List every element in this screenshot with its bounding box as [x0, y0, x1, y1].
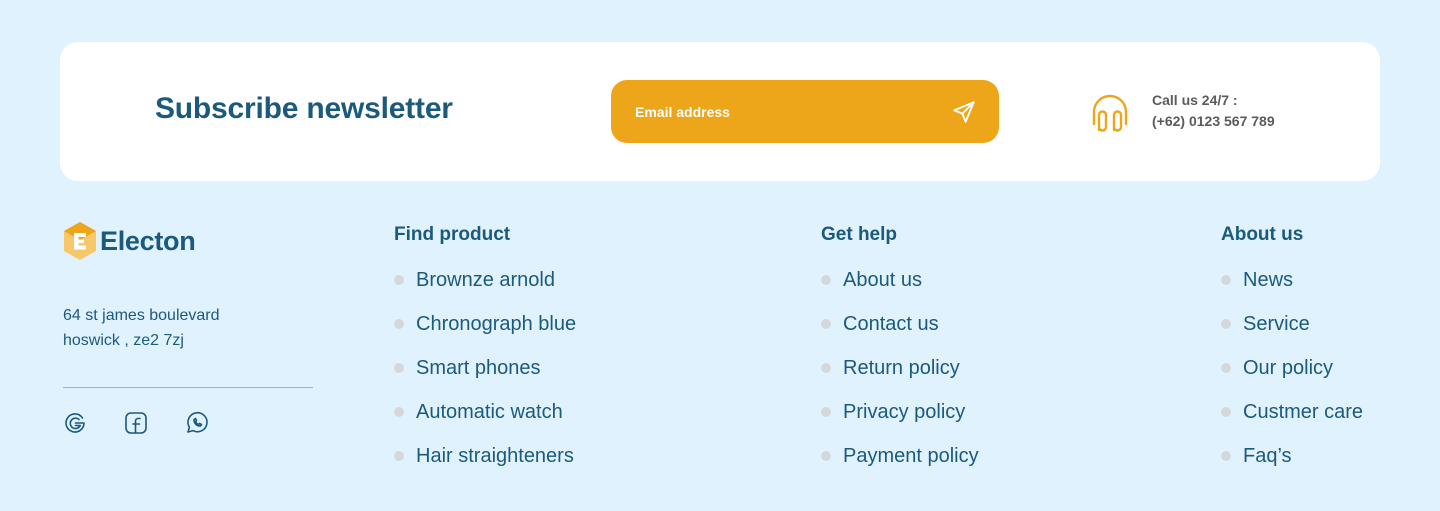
list-item[interactable]: Privacy policy [821, 390, 979, 434]
email-subscribe-box [611, 80, 999, 143]
brand-address: 64 st james boulevard hoswick , ze2 7zj [63, 303, 323, 353]
bullet-dot [394, 319, 404, 329]
google-icon [65, 413, 85, 433]
list-item[interactable]: Contact us [821, 302, 979, 346]
list-item[interactable]: Smart phones [394, 346, 576, 390]
get-help-title: Get help [821, 224, 898, 245]
get-help-link[interactable]: About us [843, 269, 922, 292]
facebook-icon [125, 412, 147, 434]
send-icon [953, 101, 975, 123]
find-product-link[interactable]: Smart phones [416, 357, 541, 380]
google-link[interactable] [62, 410, 88, 436]
find-product-title: Find product [394, 224, 511, 245]
bullet-dot [1221, 363, 1231, 373]
bullet-dot [821, 319, 831, 329]
call-label: Call us 24/7 : [1152, 92, 1238, 108]
bullet-dot [821, 275, 831, 285]
bullet-dot [821, 363, 831, 373]
whatsapp-icon [187, 411, 208, 433]
brand-divider [63, 387, 313, 388]
list-item[interactable]: Custmer care [1221, 390, 1363, 434]
about-us-link[interactable]: Faq’s [1243, 445, 1292, 468]
about-us-list: News Service Our policy Custmer care Faq… [1221, 258, 1363, 478]
list-item[interactable]: Automatic watch [394, 390, 576, 434]
brand-name: Electon [100, 225, 196, 256]
find-product-link[interactable]: Chronograph blue [416, 313, 576, 336]
facebook-link[interactable] [123, 410, 149, 436]
newsletter-title: Subscribe newsletter [155, 92, 453, 125]
bullet-dot [1221, 319, 1231, 329]
headset-icon [1092, 94, 1128, 132]
list-item[interactable]: Our policy [1221, 346, 1363, 390]
list-item[interactable]: Brownze arnold [394, 258, 576, 302]
about-us-link[interactable]: Our policy [1243, 357, 1333, 380]
newsletter-card: Subscribe newsletter Call us 24/7 : (+62… [60, 42, 1380, 181]
find-product-list: Brownze arnold Chronograph blue Smart ph… [394, 258, 576, 478]
call-number[interactable]: (+62) 0123 567 789 [1152, 113, 1275, 129]
list-item[interactable]: About us [821, 258, 979, 302]
bullet-dot [394, 363, 404, 373]
list-item[interactable]: News [1221, 258, 1363, 302]
get-help-link[interactable]: Privacy policy [843, 401, 965, 424]
brand-logo[interactable]: Electon [62, 220, 196, 262]
about-us-title: About us [1221, 224, 1304, 245]
about-us-link[interactable]: Custmer care [1243, 401, 1363, 424]
list-item[interactable]: Hair straighteners [394, 434, 576, 478]
logo-hexagon-icon [64, 222, 96, 260]
get-help-list: About us Contact us Return policy Privac… [821, 258, 979, 478]
bullet-dot [1221, 451, 1231, 461]
bullet-dot [394, 451, 404, 461]
find-product-link[interactable]: Brownze arnold [416, 269, 555, 292]
bullet-dot [821, 407, 831, 417]
whatsapp-link[interactable] [184, 410, 210, 436]
address-line-2: hoswick , ze2 7zj [63, 332, 184, 349]
bullet-dot [821, 451, 831, 461]
address-line-1: 64 st james boulevard [63, 307, 220, 324]
list-item[interactable]: Chronograph blue [394, 302, 576, 346]
get-help-link[interactable]: Contact us [843, 313, 939, 336]
bullet-dot [1221, 407, 1231, 417]
get-help-link[interactable]: Return policy [843, 357, 960, 380]
find-product-link[interactable]: Automatic watch [416, 401, 563, 424]
about-us-link[interactable]: News [1243, 269, 1293, 292]
bullet-dot [394, 275, 404, 285]
about-us-link[interactable]: Service [1243, 313, 1310, 336]
list-item[interactable]: Service [1221, 302, 1363, 346]
bullet-dot [1221, 275, 1231, 285]
get-help-link[interactable]: Payment policy [843, 445, 979, 468]
list-item[interactable]: Faq’s [1221, 434, 1363, 478]
list-item[interactable]: Return policy [821, 346, 979, 390]
bullet-dot [394, 407, 404, 417]
send-button[interactable] [951, 99, 977, 125]
find-product-link[interactable]: Hair straighteners [416, 445, 574, 468]
email-input[interactable] [635, 100, 935, 124]
list-item[interactable]: Payment policy [821, 434, 979, 478]
